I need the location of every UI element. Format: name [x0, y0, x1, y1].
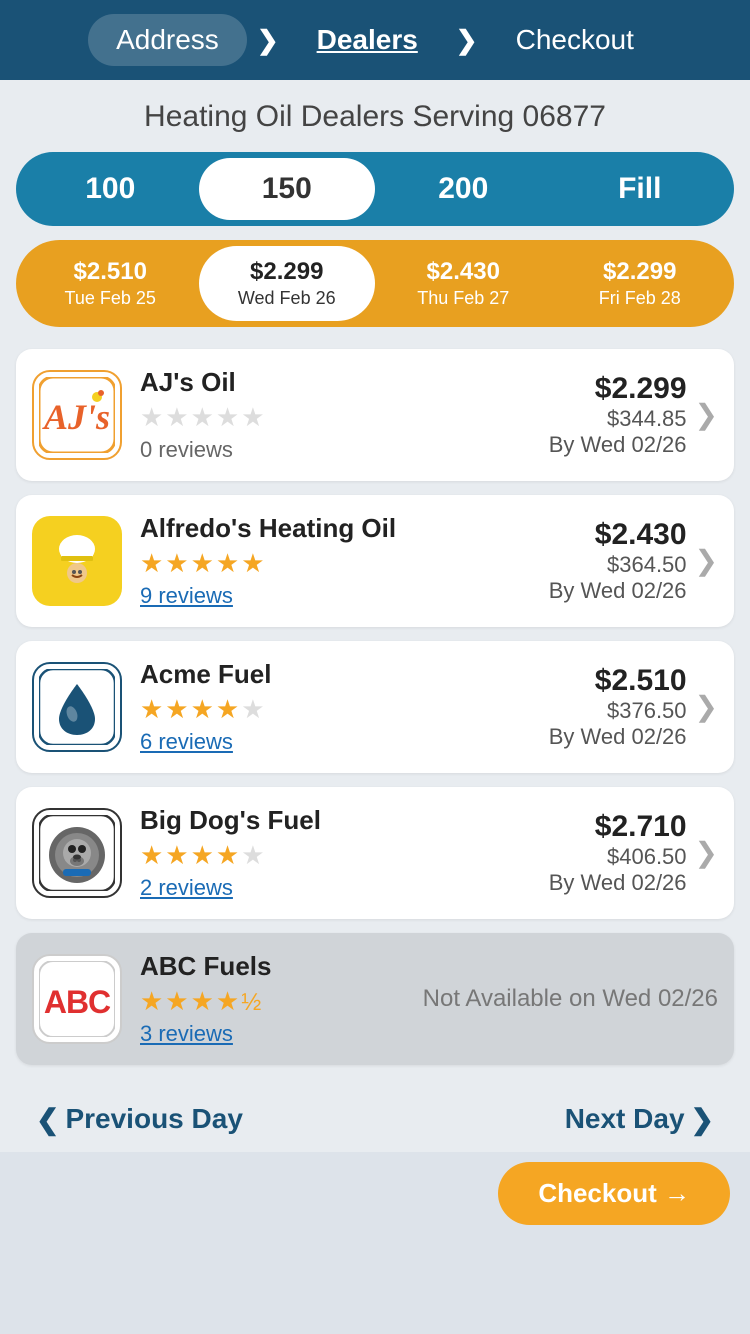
chevron-left-icon: ❮: [36, 1103, 59, 1136]
date-wed[interactable]: $2.299 Wed Feb 26: [199, 246, 376, 321]
date-tue[interactable]: $2.510 Tue Feb 25: [22, 246, 199, 321]
dealer-delivery-alfredo: By Wed 02/26: [549, 578, 687, 604]
main-content: Heating Oil Dealers Serving 06877 100 15…: [0, 80, 750, 1152]
dealer-stars-ajs: ★★★★★: [140, 402, 549, 433]
dealer-logo-ajs: AJ's: [32, 370, 122, 460]
dealer-card-acme[interactable]: Acme Fuel ★★★★★ 6 reviews $2.510 $376.50…: [16, 641, 734, 773]
dealer-info-alfredo: Alfredo's Heating Oil ★★★★★ 9 reviews: [140, 513, 549, 609]
dealer-price-main-acme: $2.510: [595, 664, 687, 698]
dealer-delivery-bigdog: By Wed 02/26: [549, 870, 687, 896]
chevron-right-alfredo: ❯: [695, 544, 718, 577]
dealer-name-abc: ABC Fuels: [140, 951, 423, 982]
dealer-info-acme: Acme Fuel ★★★★★ 6 reviews: [140, 659, 549, 755]
dealer-price-total-bigdog: $406.50: [607, 844, 687, 870]
nav-arrow-2: ❯: [456, 25, 478, 56]
dealer-stars-bigdog: ★★★★★: [140, 840, 549, 871]
svg-text:AJ's: AJ's: [42, 397, 110, 437]
dealer-card-ajs[interactable]: AJ's AJ's Oil ★★★★★ 0 reviews $2.299 $34…: [16, 349, 734, 481]
price-thu: $2.430: [379, 256, 548, 287]
dealer-price-main-bigdog: $2.710: [595, 810, 687, 844]
dealer-logo-bigdog: [32, 808, 122, 898]
dealer-pricing-ajs: $2.299 $344.85 By Wed 02/26: [549, 372, 687, 458]
date-fri[interactable]: $2.299 Fri Feb 28: [552, 246, 729, 321]
dealer-info-bigdog: Big Dog's Fuel ★★★★★ 2 reviews: [140, 805, 549, 901]
price-fri: $2.299: [556, 256, 725, 287]
dealer-pricing-bigdog: $2.710 $406.50 By Wed 02/26: [549, 810, 687, 896]
dealer-name-bigdog: Big Dog's Fuel: [140, 805, 549, 836]
dealer-pricing-acme: $2.510 $376.50 By Wed 02/26: [549, 664, 687, 750]
dealer-reviews-bigdog[interactable]: 2 reviews: [140, 875, 549, 901]
dealer-delivery-ajs: By Wed 02/26: [549, 432, 687, 458]
dealer-stars-acme: ★★★★★: [140, 694, 549, 725]
dealer-reviews-alfredo[interactable]: 9 reviews: [140, 583, 549, 609]
label-tue: Tue Feb 25: [26, 287, 195, 310]
dealer-pricing-abc: Not Available on Wed 02/26: [423, 982, 718, 1016]
label-fri: Fri Feb 28: [556, 287, 725, 310]
dealer-info-ajs: AJ's Oil ★★★★★ 0 reviews: [140, 367, 549, 463]
previous-day-label: Previous Day: [65, 1103, 242, 1135]
quantity-selector: 100 150 200 Fill: [16, 152, 734, 226]
qty-fill[interactable]: Fill: [552, 158, 729, 220]
previous-day-button[interactable]: ❮ Previous Day: [36, 1103, 243, 1136]
dealer-stars-abc: ★★★★½: [140, 986, 423, 1017]
chevron-right-acme: ❯: [695, 690, 718, 723]
chevron-right-ajs: ❯: [695, 398, 718, 431]
dealer-price-total-acme: $376.50: [607, 698, 687, 724]
dealer-reviews-ajs: 0 reviews: [140, 437, 549, 463]
dealer-logo-alfredo: [32, 516, 122, 606]
dealer-price-total-ajs: $344.85: [607, 406, 687, 432]
qty-100[interactable]: 100: [22, 158, 199, 220]
dealer-price-main-ajs: $2.299: [595, 372, 687, 406]
nav-step-checkout[interactable]: Checkout: [488, 14, 662, 66]
checkout-button[interactable]: Checkout →: [498, 1162, 730, 1225]
dealer-card-bigdog[interactable]: Big Dog's Fuel ★★★★★ 2 reviews $2.710 $4…: [16, 787, 734, 919]
dealer-delivery-acme: By Wed 02/26: [549, 724, 687, 750]
dealer-pricing-alfredo: $2.430 $364.50 By Wed 02/26: [549, 518, 687, 604]
chevron-right-icon: ❯: [691, 1103, 714, 1136]
price-tue: $2.510: [26, 256, 195, 287]
dealer-reviews-abc[interactable]: 3 reviews: [140, 1021, 423, 1047]
dealer-card-abc[interactable]: ABC ABC Fuels ★★★★½ 3 reviews Not Availa…: [16, 933, 734, 1065]
dealer-name-ajs: AJ's Oil: [140, 367, 549, 398]
chevron-right-bigdog: ❯: [695, 836, 718, 869]
svg-text:ABC: ABC: [44, 984, 111, 1020]
dealer-price-main-alfredo: $2.430: [595, 518, 687, 552]
label-thu: Thu Feb 27: [379, 287, 548, 310]
dealer-reviews-acme[interactable]: 6 reviews: [140, 729, 549, 755]
next-day-button[interactable]: Next Day ❯: [565, 1103, 714, 1136]
page-title: Heating Oil Dealers Serving 06877: [16, 100, 734, 134]
dealer-logo-abc: ABC: [32, 954, 122, 1044]
date-thu[interactable]: $2.430 Thu Feb 27: [375, 246, 552, 321]
price-wed: $2.299: [203, 256, 372, 287]
label-wed: Wed Feb 26: [203, 287, 372, 310]
top-navigation: Address ❯ Dealers ❯ Checkout: [0, 0, 750, 80]
dealer-logo-acme: [32, 662, 122, 752]
next-day-label: Next Day: [565, 1103, 685, 1135]
nav-arrow-1: ❯: [257, 25, 279, 56]
nav-step-dealers[interactable]: Dealers: [289, 14, 446, 66]
qty-150[interactable]: 150: [199, 158, 376, 220]
bottom-bar: Checkout →: [0, 1152, 750, 1241]
dealer-price-total-alfredo: $364.50: [607, 552, 687, 578]
dealer-info-abc: ABC Fuels ★★★★½ 3 reviews: [140, 951, 423, 1047]
dealer-card-alfredo[interactable]: Alfredo's Heating Oil ★★★★★ 9 reviews $2…: [16, 495, 734, 627]
nav-step-address[interactable]: Address: [88, 14, 247, 66]
date-selector: $2.510 Tue Feb 25 $2.299 Wed Feb 26 $2.4…: [16, 240, 734, 327]
dealer-name-alfredo: Alfredo's Heating Oil: [140, 513, 549, 544]
dealer-unavailable-abc: Not Available on Wed 02/26: [423, 982, 718, 1016]
dealer-stars-alfredo: ★★★★★: [140, 548, 549, 579]
qty-200[interactable]: 200: [375, 158, 552, 220]
day-navigation: ❮ Previous Day Next Day ❯: [16, 1079, 734, 1152]
dealer-name-acme: Acme Fuel: [140, 659, 549, 690]
